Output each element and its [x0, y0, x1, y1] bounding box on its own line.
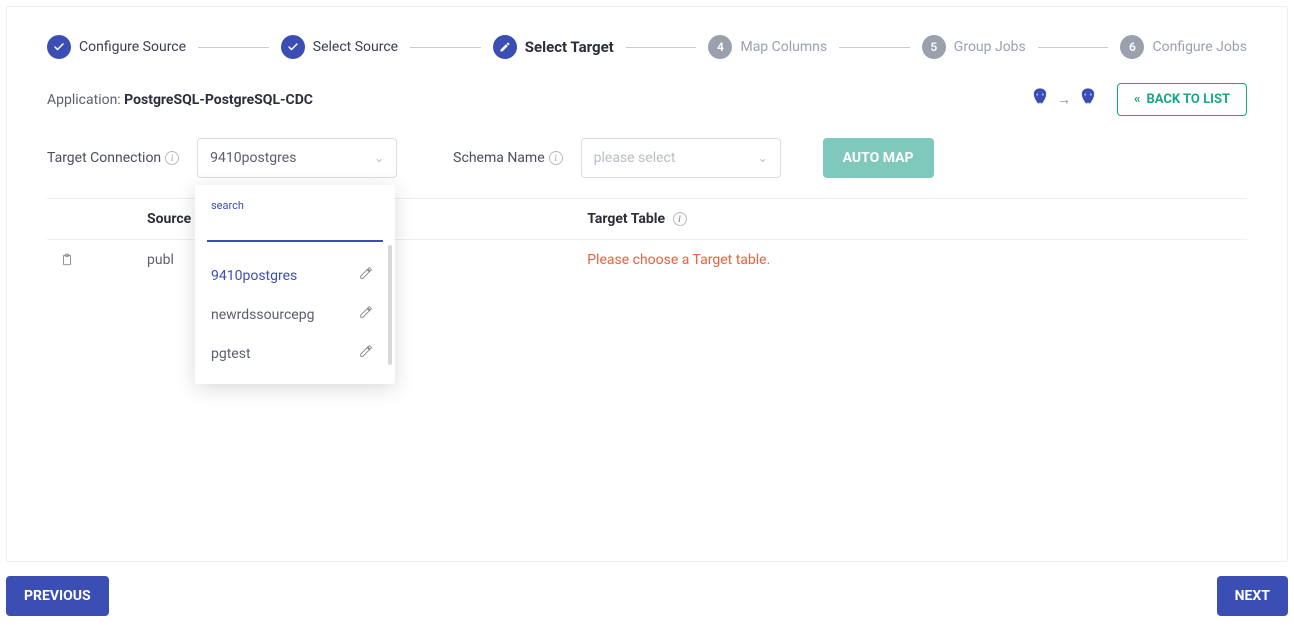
chevron-down-icon: ⌄ — [374, 151, 384, 165]
step-divider — [1038, 47, 1109, 48]
step-label: Select Target — [525, 38, 614, 56]
info-icon[interactable]: i — [165, 151, 179, 165]
step-divider — [198, 47, 269, 48]
schema-placeholder: please select — [594, 150, 676, 166]
step-divider — [626, 47, 697, 48]
pencil-icon — [493, 35, 517, 59]
back-to-list-label: BACK TO LIST — [1146, 92, 1230, 107]
step-configure-jobs: 6 Configure Jobs — [1120, 35, 1246, 59]
step-select-source[interactable]: Select Source — [281, 35, 398, 59]
application-header: Application: PostgreSQL-PostgreSQL-CDC →… — [47, 83, 1247, 116]
target-connection-select[interactable]: 9410postgres ⌄ — [197, 138, 397, 178]
check-icon — [47, 35, 71, 59]
check-icon — [281, 35, 305, 59]
step-map-columns: 4 Map Columns — [708, 35, 827, 59]
search-input[interactable] — [207, 214, 383, 242]
col-source: Source — [87, 199, 199, 240]
step-label: Group Jobs — [954, 39, 1026, 55]
next-button[interactable]: NEXT — [1217, 576, 1288, 616]
pencil-icon[interactable] — [359, 266, 373, 285]
info-icon[interactable]: i — [549, 151, 563, 165]
target-error: Please choose a Target table. — [579, 240, 1247, 285]
arrow-right-icon: → — [1057, 91, 1071, 108]
previous-button[interactable]: PREVIOUS — [6, 576, 109, 616]
step-number: 4 — [708, 35, 732, 59]
step-divider — [410, 47, 481, 48]
step-label: Configure Source — [79, 39, 186, 55]
target-form-row: Target Connection i 9410postgres ⌄ Schem… — [47, 138, 1247, 178]
postgres-icon — [1077, 87, 1099, 113]
step-label: Select Source — [313, 39, 398, 55]
dropdown-item-9410postgres[interactable]: 9410postgres — [207, 256, 377, 295]
back-to-list-button[interactable]: « BACK TO LIST — [1117, 83, 1247, 116]
application-label: Application: — [47, 92, 124, 108]
info-icon[interactable]: i — [673, 212, 687, 226]
step-divider — [839, 47, 910, 48]
application-name: PostgreSQL-PostgreSQL-CDC — [124, 92, 313, 108]
pencil-icon[interactable] — [359, 305, 373, 324]
search-label: search — [207, 199, 383, 212]
main-panel: Configure Source Select Source Select Ta… — [6, 6, 1288, 562]
step-group-jobs: 5 Group Jobs — [922, 35, 1026, 59]
dropdown-item-label: newrdssourcepg — [211, 306, 314, 324]
wizard-footer: PREVIOUS NEXT — [6, 576, 1288, 616]
step-label: Configure Jobs — [1152, 39, 1246, 55]
dropdown-item-newrdssourcepg[interactable]: newrdssourcepg — [207, 295, 377, 334]
col-target: Target Table i — [579, 199, 1247, 240]
schema-name-select[interactable]: please select ⌄ — [581, 138, 781, 178]
dropdown-item-label: pgtest — [211, 345, 251, 363]
clipboard-icon[interactable] — [60, 256, 74, 272]
step-select-target[interactable]: Select Target — [493, 35, 614, 59]
step-number: 6 — [1120, 35, 1144, 59]
target-connection-value: 9410postgres — [210, 150, 296, 166]
chevron-down-icon: ⌄ — [758, 151, 768, 165]
scrollbar-thumb[interactable] — [388, 245, 392, 365]
auto-map-button[interactable]: AUTO MAP — [823, 138, 934, 178]
chevron-double-left-icon: « — [1134, 92, 1141, 107]
wizard-stepper: Configure Source Select Source Select Ta… — [47, 7, 1247, 83]
step-configure-source[interactable]: Configure Source — [47, 35, 186, 59]
target-connection-label: Target Connection i — [47, 150, 179, 166]
schema-name-label: Schema Name i — [453, 150, 562, 166]
db-flow-icons: → — [1029, 87, 1099, 113]
step-label: Map Columns — [740, 39, 827, 55]
target-connection-dropdown: search 9410postgres newrdssourcepg pgtes… — [195, 185, 395, 384]
dropdown-item-pgtest[interactable]: pgtest — [207, 334, 377, 373]
dropdown-list: 9410postgres newrdssourcepg pgtest — [207, 256, 383, 374]
step-number: 5 — [922, 35, 946, 59]
pencil-icon[interactable] — [359, 344, 373, 363]
dropdown-item-label: 9410postgres — [211, 267, 297, 285]
postgres-icon — [1029, 87, 1051, 113]
source-cell: publ — [87, 240, 199, 285]
